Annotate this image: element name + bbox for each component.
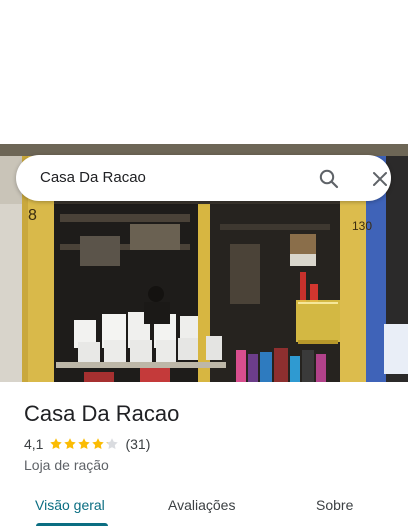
star-icon xyxy=(78,438,91,450)
star-icon xyxy=(92,438,105,450)
rating-value: 4,1 xyxy=(24,436,44,452)
star-icon xyxy=(64,438,77,450)
star-icon xyxy=(106,438,119,450)
tab-bar: Visão geral Avaliações Sobre xyxy=(0,490,408,526)
svg-text:130: 130 xyxy=(352,219,372,233)
place-details-page: 8 130 Casa Da Racao Casa Da Racao 4,1 (3… xyxy=(0,0,408,526)
tab-reviews[interactable]: Avaliações xyxy=(168,496,235,514)
search-input[interactable]: Casa Da Racao xyxy=(40,169,146,187)
tab-overview[interactable]: Visão geral xyxy=(35,496,105,514)
review-count[interactable]: (31) xyxy=(125,436,150,452)
tab-about[interactable]: Sobre xyxy=(316,496,353,514)
search-bar[interactable]: Casa Da Racao xyxy=(16,155,391,201)
star-rating xyxy=(49,437,119,451)
place-title: Casa Da Racao xyxy=(24,401,180,426)
close-icon[interactable] xyxy=(368,167,392,191)
search-icon[interactable] xyxy=(317,167,341,191)
rating-row[interactable]: 4,1 (31) xyxy=(24,435,150,453)
svg-text:8: 8 xyxy=(28,207,37,224)
place-category: Loja de ração xyxy=(24,457,109,473)
star-icon xyxy=(50,438,63,450)
